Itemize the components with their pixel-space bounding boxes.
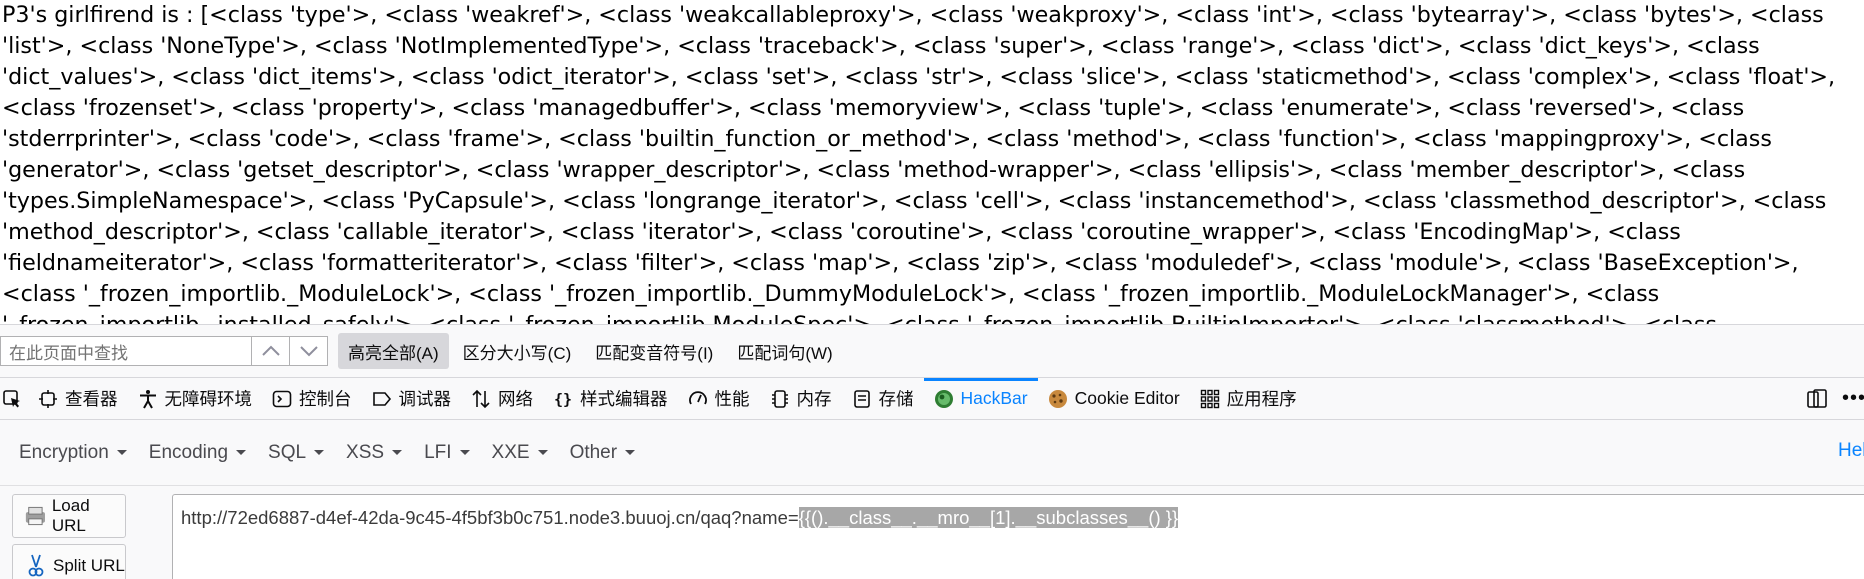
- tab-hackbar[interactable]: HackBar: [923, 378, 1038, 419]
- find-bar: 在此页面中查找 高亮全部(A) 区分大小写(C) 匹配变音符号(I) 匹配词句(…: [0, 324, 1864, 378]
- storage-icon: [852, 389, 872, 409]
- hackbar-body: Load URL Split URL http://72ed6887-d4ef-…: [0, 486, 1864, 579]
- split-url-button[interactable]: Split URL: [12, 544, 126, 579]
- tab-accessibility[interactable]: 无障碍环境: [128, 378, 263, 419]
- menu-sql[interactable]: SQL: [257, 442, 335, 464]
- tab-label: 调试器: [398, 389, 452, 409]
- help-link[interactable]: Help: [1838, 440, 1864, 462]
- match-diacritics-toggle[interactable]: 匹配变音符号(I): [585, 333, 723, 369]
- caret-down-icon: [459, 450, 470, 455]
- url-text: http://72ed6887-d4ef-42da-9c45-4f5bf3b0c…: [181, 507, 799, 528]
- performance-icon: [688, 389, 708, 409]
- tab-memory[interactable]: 内存: [760, 378, 842, 419]
- cookie-icon: [1048, 389, 1068, 409]
- scissors-icon: [28, 554, 44, 577]
- caret-down-icon: [392, 450, 403, 455]
- element-picker-icon: [2, 389, 22, 409]
- accessibility-icon: [138, 389, 158, 409]
- menu-label: LFI: [424, 441, 452, 463]
- tab-application[interactable]: 应用程序: [1190, 378, 1307, 419]
- load-icon: [25, 506, 45, 526]
- caret-down-icon: [537, 450, 548, 455]
- whole-words-toggle[interactable]: 匹配词句(W): [727, 333, 842, 369]
- more-options-icon[interactable]: •••: [1842, 387, 1864, 410]
- url-textarea[interactable]: http://72ed6887-d4ef-42da-9c45-4f5bf3b0c…: [172, 494, 1864, 579]
- tab-label: 无障碍环境: [164, 389, 253, 409]
- element-picker-button[interactable]: [0, 378, 28, 419]
- tab-inspector[interactable]: 查看器: [28, 378, 128, 419]
- tab-label: 网络: [498, 389, 533, 409]
- menu-label: Encoding: [148, 441, 229, 463]
- menu-xxe[interactable]: XXE: [481, 442, 559, 464]
- load-url-label: Load URL: [51, 496, 90, 535]
- menu-lfi[interactable]: LFI: [413, 442, 480, 464]
- menu-label: XSS: [346, 441, 385, 463]
- application-icon: [1200, 389, 1220, 409]
- caret-down-icon: [625, 450, 636, 455]
- menu-label: Other: [569, 441, 618, 463]
- caret-down-icon: [236, 450, 247, 455]
- tab-label: 查看器: [65, 389, 118, 409]
- find-previous-button[interactable]: [252, 336, 290, 366]
- tab-label: 应用程序: [1226, 389, 1297, 409]
- debugger-icon: [372, 389, 392, 409]
- hackbar-icon: [934, 389, 954, 409]
- devtools-toolbar-right: •••: [1806, 378, 1864, 419]
- find-input-placeholder: 在此页面中查找: [9, 343, 128, 363]
- tab-console[interactable]: 控制台: [262, 378, 362, 419]
- split-url-label: Split URL: [53, 556, 125, 575]
- tab-debugger[interactable]: 调试器: [362, 378, 462, 419]
- tab-performance[interactable]: 性能: [678, 378, 760, 419]
- url-selected-text: {{().__class__.__mro__[1].__subclasses__…: [798, 507, 1179, 528]
- chevron-down-icon: [299, 346, 318, 357]
- menu-label: Encryption: [19, 441, 109, 463]
- menu-encoding[interactable]: Encoding: [138, 442, 257, 464]
- svg-text:{}: {}: [554, 390, 572, 408]
- tab-style-editor[interactable]: {} 样式编辑器: [543, 378, 678, 419]
- find-next-button[interactable]: [290, 336, 328, 366]
- highlight-all-toggle[interactable]: 高亮全部(A): [338, 333, 449, 369]
- chevron-up-icon: [261, 345, 280, 356]
- tab-label: 控制台: [299, 389, 352, 409]
- tab-label: 内存: [796, 389, 832, 409]
- console-icon: [272, 389, 292, 409]
- tab-label: 存储: [878, 389, 914, 409]
- devtools-toolbar: 查看器 无障碍环境 控制台 调试器 网络 {} 样式编辑器 性能 内存 存储 H…: [0, 378, 1864, 420]
- page-text: P3's girlfirend is : [<class 'type'>, <c…: [2, 2, 1836, 324]
- tab-storage[interactable]: 存储: [842, 378, 924, 419]
- inspector-icon: [38, 389, 58, 409]
- memory-icon: [770, 389, 790, 409]
- menu-label: XXE: [491, 441, 530, 463]
- tab-cookie-editor[interactable]: Cookie Editor: [1038, 378, 1190, 419]
- caret-down-icon: [314, 450, 325, 455]
- menu-xss[interactable]: XSS: [335, 442, 413, 464]
- hackbar-menu: Encryption Encoding SQL XSS LFI XXE Othe…: [0, 420, 1864, 486]
- caret-down-icon: [116, 450, 127, 455]
- responsive-design-icon[interactable]: [1806, 388, 1828, 410]
- find-input[interactable]: 在此页面中查找: [0, 336, 252, 366]
- style-editor-icon: {}: [553, 389, 573, 409]
- tab-label: 性能: [714, 389, 750, 409]
- network-icon: [471, 389, 491, 409]
- menu-other[interactable]: Other: [559, 442, 647, 464]
- tab-label: HackBar: [960, 388, 1028, 408]
- menu-encryption[interactable]: Encryption: [8, 442, 138, 464]
- load-url-button[interactable]: Load URL: [12, 494, 126, 538]
- match-case-toggle[interactable]: 区分大小写(C): [453, 333, 582, 369]
- tab-label: Cookie Editor: [1074, 388, 1180, 408]
- page-content: P3's girlfirend is : [<class 'type'>, <c…: [0, 0, 1864, 324]
- tab-label: 样式编辑器: [580, 389, 668, 409]
- tab-network[interactable]: 网络: [461, 378, 543, 419]
- menu-label: SQL: [268, 441, 307, 463]
